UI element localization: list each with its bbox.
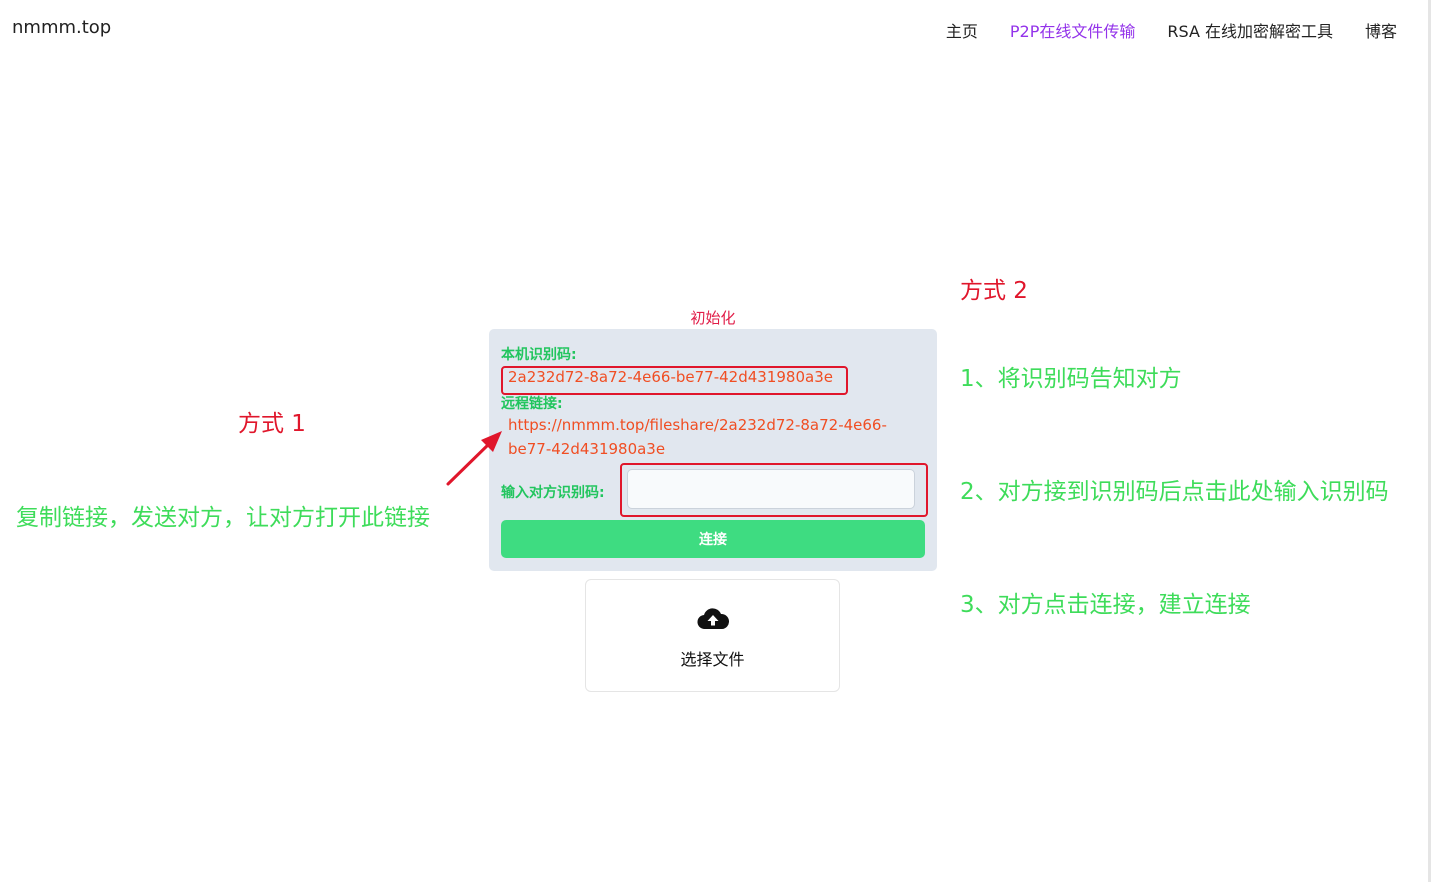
nav-links: 主页 P2P在线文件传输 RSA 在线加密解密工具 博客 — [946, 18, 1397, 42]
method2-step2: 2、对方接到识别码后点击此处输入识别码 — [960, 479, 1389, 505]
connection-status: 初始化 — [690, 309, 736, 327]
top-nav: nmmm.top 主页 P2P在线文件传输 RSA 在线加密解密工具 博客 — [0, 0, 1431, 56]
brand-logo[interactable]: nmmm.top — [12, 17, 111, 38]
connect-button[interactable]: 连接 — [501, 520, 925, 558]
nav-link-rsa-tool[interactable]: RSA 在线加密解密工具 — [1167, 18, 1333, 42]
peer-id-label: 输入对方识别码: — [501, 485, 605, 501]
highlight-box-peer-input — [620, 463, 928, 517]
method1-title: 方式 1 — [238, 411, 306, 437]
highlight-box-local-id — [501, 366, 848, 395]
method1-description: 复制链接，发送对方，让对方打开此链接 — [16, 505, 430, 531]
choose-file-label: 选择文件 — [680, 650, 745, 669]
nav-link-home[interactable]: 主页 — [946, 18, 978, 42]
method2-step3: 3、对方点击连接，建立连接 — [960, 592, 1251, 618]
remote-link-value[interactable]: https://nmmm.top/fileshare/2a232d72-8a72… — [508, 413, 888, 461]
local-id-label: 本机识别码: — [501, 347, 577, 363]
method2-step1: 1、将识别码告知对方 — [960, 366, 1182, 392]
remote-link-label: 远程链接: — [501, 396, 563, 412]
cloud-upload-icon — [697, 608, 729, 630]
method2-title: 方式 2 — [960, 278, 1028, 304]
nav-link-blog[interactable]: 博客 — [1365, 18, 1397, 42]
nav-link-p2p-transfer[interactable]: P2P在线文件传输 — [1010, 18, 1135, 42]
file-upload-area[interactable]: 选择文件 — [585, 579, 840, 692]
